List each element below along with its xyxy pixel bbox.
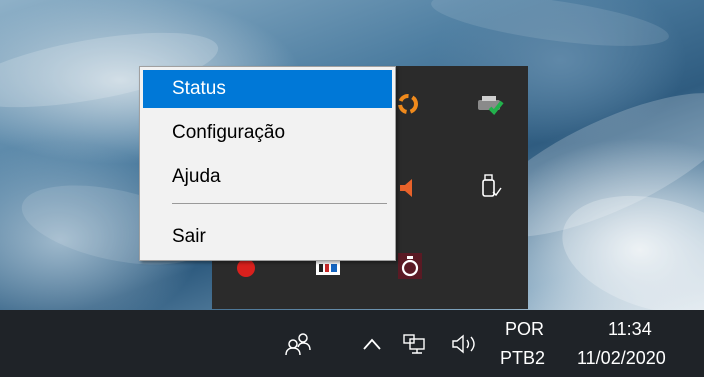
chevron-up-icon[interactable] [358,330,386,358]
menu-item-ajuda[interactable]: Ajuda [143,158,392,196]
tray-context-menu: Status Configuração Ajuda Sair [139,66,396,261]
clock-date: 11/02/2020 [577,348,666,368]
clock-time: 11:34 [608,319,652,339]
keyboard-layout-label: PTB2 [500,348,546,368]
language-label: POR [505,319,545,339]
printer-ok-icon[interactable] [474,88,506,120]
menu-separator [172,203,387,204]
usb-eject-icon[interactable] [474,170,506,202]
volume-icon[interactable] [448,330,484,358]
menu-item-label: Ajuda [172,166,221,187]
menu-item-label: Sair [172,226,206,247]
network-icon[interactable] [400,330,428,358]
menu-item-sair[interactable]: Sair [143,218,392,256]
menu-item-status[interactable]: Status [143,70,392,108]
people-icon[interactable] [282,328,314,360]
taskbar: POR PTB2 11:34 11/02/2020 [0,310,704,377]
orange-app-icon[interactable] [392,88,424,120]
menu-item-label: Status [172,78,226,99]
speaker-app-icon[interactable] [392,172,424,204]
timer-app-icon[interactable] [394,250,426,282]
menu-item-label: Configuração [172,122,286,143]
menu-item-configuracao[interactable]: Configuração [143,114,392,152]
